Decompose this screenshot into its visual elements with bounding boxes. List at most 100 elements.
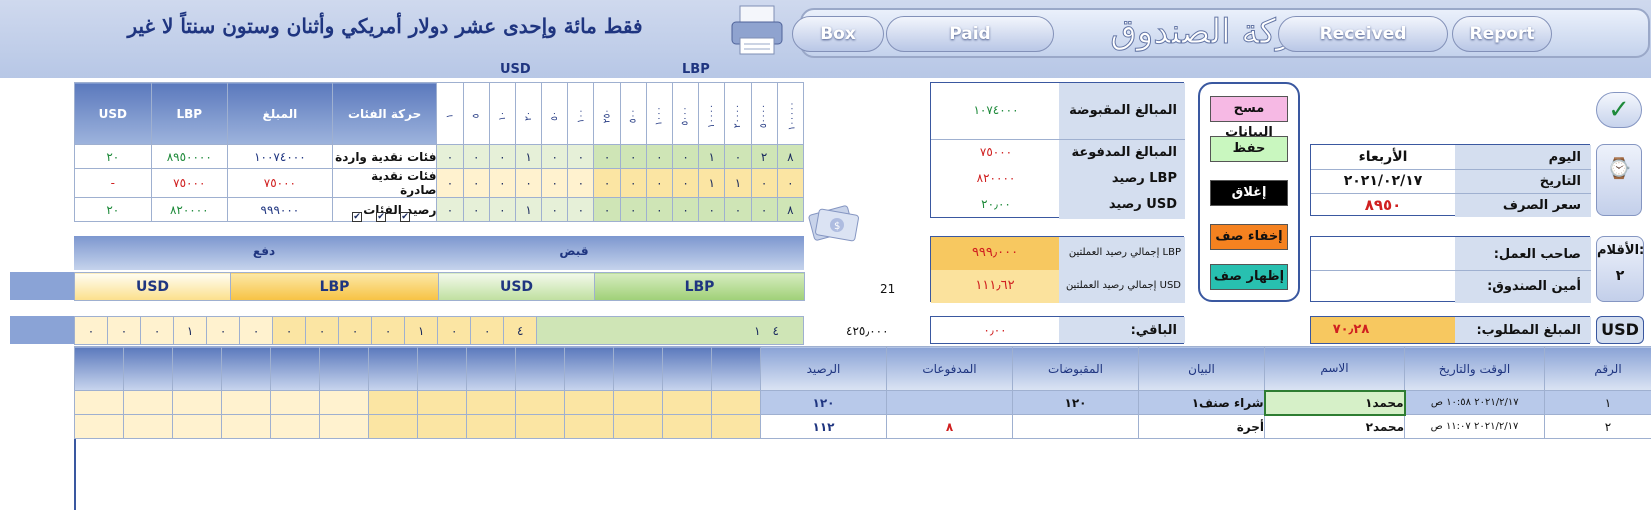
lbp-count-cell[interactable]: ٠ — [619, 168, 647, 198]
ledger-denom-cell — [711, 414, 761, 439]
pay-usd-cell[interactable]: ٠ — [140, 316, 175, 345]
row-checkbox[interactable]: ✔ — [352, 212, 362, 222]
lbp-count-cell[interactable]: ٠ — [593, 197, 621, 222]
lbp-count-cell[interactable]: ٠ — [724, 197, 752, 222]
usd-count-cell[interactable]: ٠ — [514, 168, 543, 198]
received-button[interactable]: Received — [1278, 16, 1448, 52]
lbp-count-cell[interactable]: ١ — [698, 168, 726, 198]
lbp-count-cell[interactable]: ٠ — [671, 197, 700, 222]
usd-count-cell[interactable]: ٠ — [567, 144, 595, 169]
lbp-balance-label: LBP رصيد — [1111, 171, 1177, 186]
lbp-count-cell[interactable]: ٨ — [776, 144, 805, 169]
pay-lbp-tab[interactable]: LBP — [230, 272, 439, 301]
pens-label: الأقلام: — [1597, 243, 1645, 258]
lbp-count-cell[interactable]: ٠ — [645, 168, 673, 198]
lbp-count-cell[interactable]: ٠ — [645, 144, 673, 169]
ledger-row[interactable]: ١١٢ ٨ أجرة محمد٢ ٢٠٢١/٢/١٧ ١١:٠٧ ص٢ — [74, 414, 1651, 439]
lbp-count-cell[interactable]: ٠ — [593, 144, 621, 169]
usd-count-cell[interactable]: ٠ — [462, 168, 490, 198]
ledger-header-name: الاسم — [1264, 346, 1405, 391]
ledger-header-paid: المدفوعات — [886, 346, 1013, 391]
receipt-values-table: ٠٠٠١٠٠٠٠٠٠١٠٠٤١١٤ — [73, 316, 804, 345]
report-button[interactable]: Report — [1452, 16, 1552, 52]
box-button[interactable]: Box — [792, 16, 884, 52]
ledger-name[interactable]: محمد١ — [1263, 389, 1406, 416]
usd-count-cell[interactable]: ٠ — [488, 144, 516, 169]
close-button[interactable]: إغلاق — [1210, 180, 1288, 206]
ledger-denom-cell — [417, 390, 467, 415]
confirm-check-icon[interactable]: ✓ — [1596, 92, 1642, 128]
receive-lbp-tab[interactable]: LBP — [594, 272, 805, 301]
ledger-denom-cell — [123, 414, 173, 439]
denomination-column-header: ١ — [436, 82, 464, 145]
owner-field[interactable] — [1315, 241, 1451, 265]
usd-count-cell[interactable]: ٠ — [541, 197, 569, 222]
lbp-count-cell[interactable]: ١ — [724, 168, 752, 198]
lbp-count-cell[interactable]: ٠ — [724, 144, 752, 169]
usd-count-cell[interactable]: ٠ — [488, 197, 516, 222]
lbp-count-cell[interactable]: ٠ — [776, 168, 805, 198]
usd-count-cell[interactable]: ١ — [514, 197, 543, 222]
lbp-count-cell[interactable]: ٨ — [776, 197, 805, 222]
usd-count-cell[interactable]: ٠ — [436, 144, 464, 169]
pay-lbp-cell[interactable]: ٠ — [338, 316, 373, 345]
pay-usd-cell[interactable]: ٠ — [206, 316, 241, 345]
ledger-denom-cell — [221, 390, 271, 415]
usd-count-cell[interactable]: ١ — [514, 144, 543, 169]
lbp-count-cell[interactable]: ٠ — [671, 144, 700, 169]
save-button[interactable]: حفظ — [1210, 136, 1288, 162]
paid-value: ٧٥٠٠٠ — [979, 145, 1013, 159]
pay-usd-tab[interactable]: USD — [74, 272, 231, 301]
lbp-count-cell[interactable]: ٠ — [619, 197, 647, 222]
paid-button[interactable]: Paid — [886, 16, 1054, 52]
staff-box: صاحب العمل: أمين الصندوق: — [1310, 236, 1591, 303]
pay-usd-cell[interactable]: ٠ — [239, 316, 274, 345]
cashier-field[interactable] — [1315, 273, 1451, 297]
lbp-count-cell[interactable]: ٠ — [750, 197, 778, 222]
lbp-count-cell[interactable]: ٠ — [698, 197, 726, 222]
usd-count-cell[interactable]: ٠ — [462, 197, 490, 222]
lbp-count-cell[interactable]: ٢ — [750, 144, 778, 169]
hide-row-button[interactable]: إخفاء صف — [1210, 224, 1288, 250]
denomination-value: ٢٠٠٠٠ — [732, 103, 743, 128]
pay-usd-cell[interactable]: ٠ — [107, 316, 142, 345]
pay-lbp-cell[interactable]: ٤ — [503, 316, 538, 345]
pay-usd-cell[interactable]: ١ — [173, 316, 208, 345]
ledger-name[interactable]: محمد٢ — [1264, 414, 1405, 439]
ledger-paid: ٨ — [886, 414, 1013, 439]
pay-lbp-cell[interactable]: ٠ — [272, 316, 307, 345]
receive-lbp-cell[interactable]: ١٤ — [536, 316, 804, 345]
usd-count-cell[interactable]: ٠ — [541, 168, 569, 198]
lbp-count-cell[interactable]: ٠ — [750, 168, 778, 198]
printer-icon[interactable] — [728, 4, 786, 58]
lbp-count-cell[interactable]: ٠ — [671, 168, 700, 198]
receive-usd-tab[interactable]: USD — [438, 272, 595, 301]
pay-lbp-cell[interactable]: ١ — [404, 316, 439, 345]
usd-count-cell[interactable]: ٠ — [462, 144, 490, 169]
pay-lbp-cell[interactable]: ٠ — [305, 316, 340, 345]
lbp-count-cell[interactable]: ٠ — [593, 168, 621, 198]
usd-count-cell[interactable]: ٠ — [436, 168, 464, 198]
lbp-count-cell[interactable]: ٠ — [619, 144, 647, 169]
usd-count-cell[interactable]: ٠ — [567, 168, 595, 198]
ledger-row[interactable]: ١٢٠ ١٢٠ شراء صنف١ محمد١ ٢٠٢١/٢/١٧ ١٠:٥٨ ص١ — [74, 389, 1651, 416]
pay-usd-cell[interactable]: ٠ — [73, 316, 109, 345]
row-checkbox[interactable]: ✔ — [400, 212, 410, 222]
pay-lbp-cell[interactable]: ٠ — [470, 316, 505, 345]
ledger-paid — [886, 390, 1013, 415]
show-row-button[interactable]: إظهار صف — [1210, 264, 1288, 290]
lbp-count-cell[interactable]: ٠ — [645, 197, 673, 222]
pay-lbp-cell[interactable]: ٠ — [371, 316, 406, 345]
row-checkbox[interactable]: ✔ — [376, 212, 386, 222]
clear-data-button[interactable]: مسح البيانات — [1210, 96, 1288, 140]
ledger-denom-cell — [417, 414, 467, 439]
lbp-count-cell[interactable]: ١ — [698, 144, 726, 169]
usd-count-cell[interactable]: ٠ — [436, 197, 464, 222]
pay-lbp-cell[interactable]: ٠ — [437, 316, 472, 345]
usd-count-cell[interactable]: ٠ — [488, 168, 516, 198]
calendar-icon[interactable]: ⌚ — [1596, 144, 1642, 216]
pay-label: دفع — [252, 244, 276, 258]
row-lbp: ٧٥٠٠٠ — [150, 168, 229, 198]
usd-count-cell[interactable]: ٠ — [541, 144, 569, 169]
usd-count-cell[interactable]: ٠ — [567, 197, 595, 222]
